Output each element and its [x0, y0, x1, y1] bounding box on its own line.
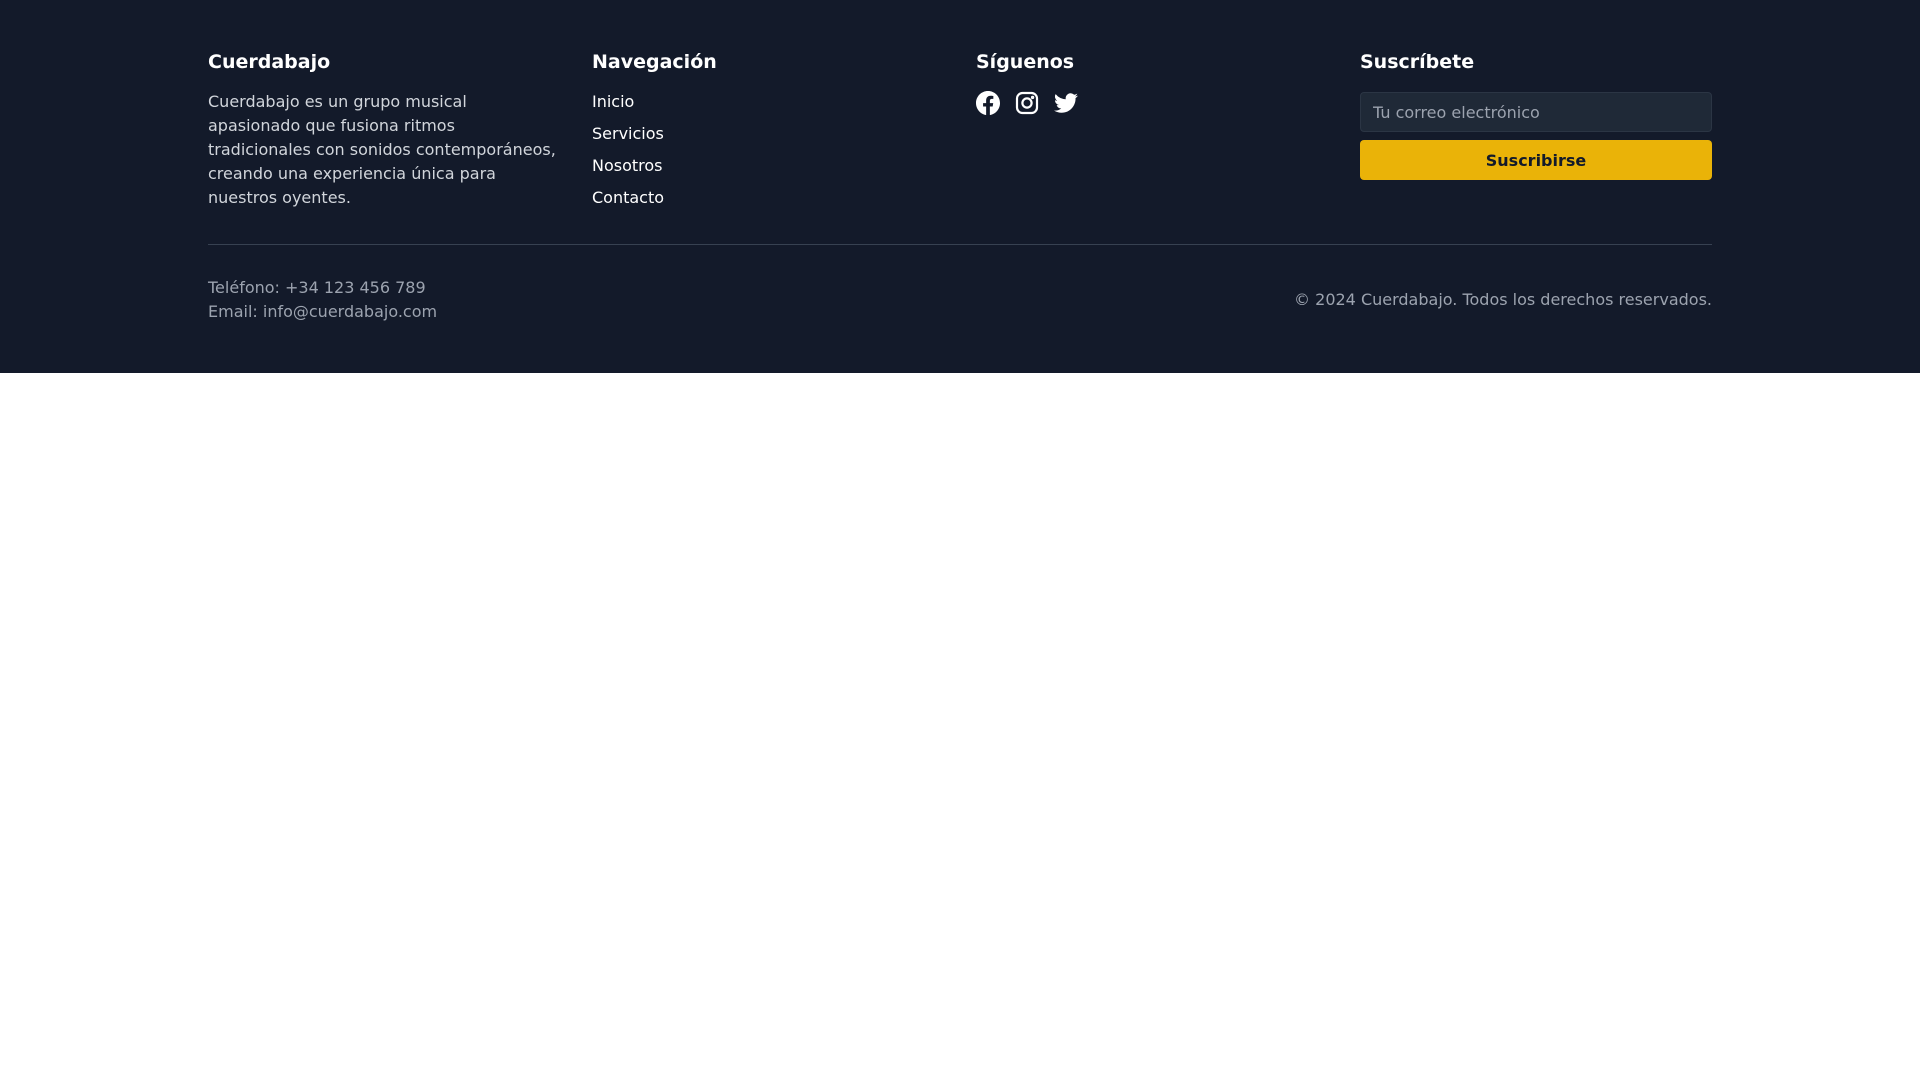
contact-email: Email: info@cuerdabajo.com — [208, 302, 438, 321]
social-column: Síguenos — [976, 50, 1328, 116]
brand-column: Cuerdabajo Cuerdabajo es un grupo musica… — [208, 50, 560, 210]
instagram-icon[interactable] — [1015, 91, 1039, 115]
subscribe-title: Suscríbete — [1360, 51, 1475, 73]
email-input[interactable] — [1360, 92, 1712, 132]
footer-divider — [208, 244, 1712, 245]
facebook-icon[interactable] — [976, 91, 1000, 115]
nav-link-inicio[interactable]: Inicio — [592, 92, 634, 111]
navigation-item: Nosotros — [592, 154, 944, 186]
subscribe-column: Suscríbete Suscribirse — [1360, 50, 1712, 180]
navigation-column: Navegación Inicio Servicios Nosotros Con… — [592, 50, 944, 218]
navigation-list: Inicio Servicios Nosotros Contacto — [592, 90, 944, 218]
site-footer: Cuerdabajo Cuerdabajo es un grupo musica… — [0, 0, 1920, 373]
navigation-item: Contacto — [592, 186, 944, 218]
contact-phone: Teléfono: +34 123 456 789 — [208, 278, 426, 297]
brand-name: Cuerdabajo — [208, 51, 331, 73]
brand-description: Cuerdabajo es un grupo musical apasionad… — [208, 92, 556, 207]
social-title: Síguenos — [976, 51, 1075, 73]
nav-link-servicios[interactable]: Servicios — [592, 124, 664, 143]
copyright-text: © 2024 Cuerdabajo. Todos los derechos re… — [1294, 290, 1712, 309]
navigation-title: Navegación — [592, 51, 717, 73]
social-links — [976, 90, 1328, 116]
footer-container: Cuerdabajo Cuerdabajo es un grupo musica… — [208, 0, 1712, 373]
navigation-item: Servicios — [592, 122, 944, 154]
nav-link-contacto[interactable]: Contacto — [592, 188, 664, 207]
navigation-item: Inicio — [592, 90, 944, 122]
nav-link-nosotros[interactable]: Nosotros — [592, 156, 663, 175]
contact-info: Teléfono: +34 123 456 789 Email: info@cu… — [208, 276, 437, 324]
subscribe-button[interactable]: Suscribirse — [1360, 140, 1712, 180]
twitter-icon[interactable] — [1054, 91, 1078, 115]
